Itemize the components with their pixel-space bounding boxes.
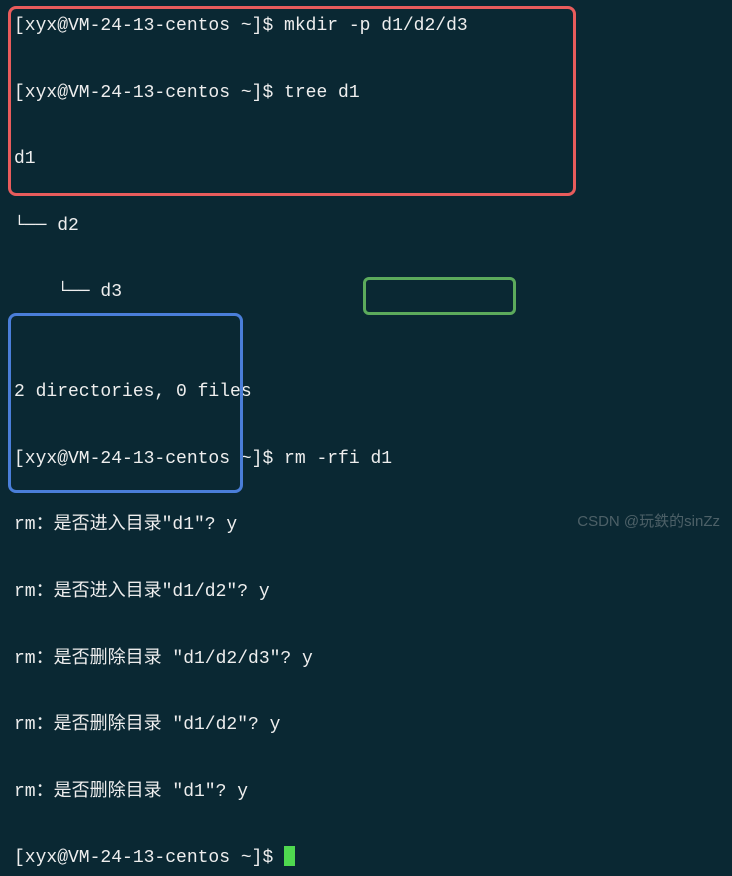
line-1: [xyx@VM-24-13-centos ~]$ mkdir -p d1/d2/…	[14, 10, 718, 43]
line-2: [xyx@VM-24-13-centos ~]$ tree d1	[14, 77, 718, 110]
rm-prompt: rm：是否进入目录"d1/d2"? y	[14, 576, 718, 609]
rm-prompt: rm：是否删除目录 "d1/d2/d3"? y	[14, 643, 718, 676]
shell-prompt: [xyx@VM-24-13-centos ~]$	[14, 16, 284, 36]
command-text: tree d1	[284, 83, 360, 103]
terminal-output[interactable]: [xyx@VM-24-13-centos ~]$ mkdir -p d1/d2/…	[14, 10, 718, 876]
cursor-icon	[284, 846, 295, 866]
line-8: [xyx@VM-24-13-centos ~]$ rm -rfi d1	[14, 443, 718, 476]
shell-prompt: [xyx@VM-24-13-centos ~]$	[14, 848, 284, 868]
line-last: [xyx@VM-24-13-centos ~]$	[14, 842, 718, 875]
shell-prompt: [xyx@VM-24-13-centos ~]$	[14, 449, 284, 469]
tree-branch: └── d3	[14, 276, 718, 309]
command-text: rm -rfi d1	[284, 449, 392, 469]
shell-prompt: [xyx@VM-24-13-centos ~]$	[14, 83, 284, 103]
rm-prompt: rm：是否删除目录 "d1"? y	[14, 776, 718, 809]
tree-summary: 2 directories, 0 files	[14, 376, 718, 409]
rm-prompt: rm：是否删除目录 "d1/d2"? y	[14, 709, 718, 742]
watermark-text: CSDN @玩鉄的sinZz	[577, 508, 720, 536]
tree-root: d1	[14, 143, 718, 176]
command-text: mkdir -p d1/d2/d3	[284, 16, 468, 36]
tree-branch: └── d2	[14, 210, 718, 243]
